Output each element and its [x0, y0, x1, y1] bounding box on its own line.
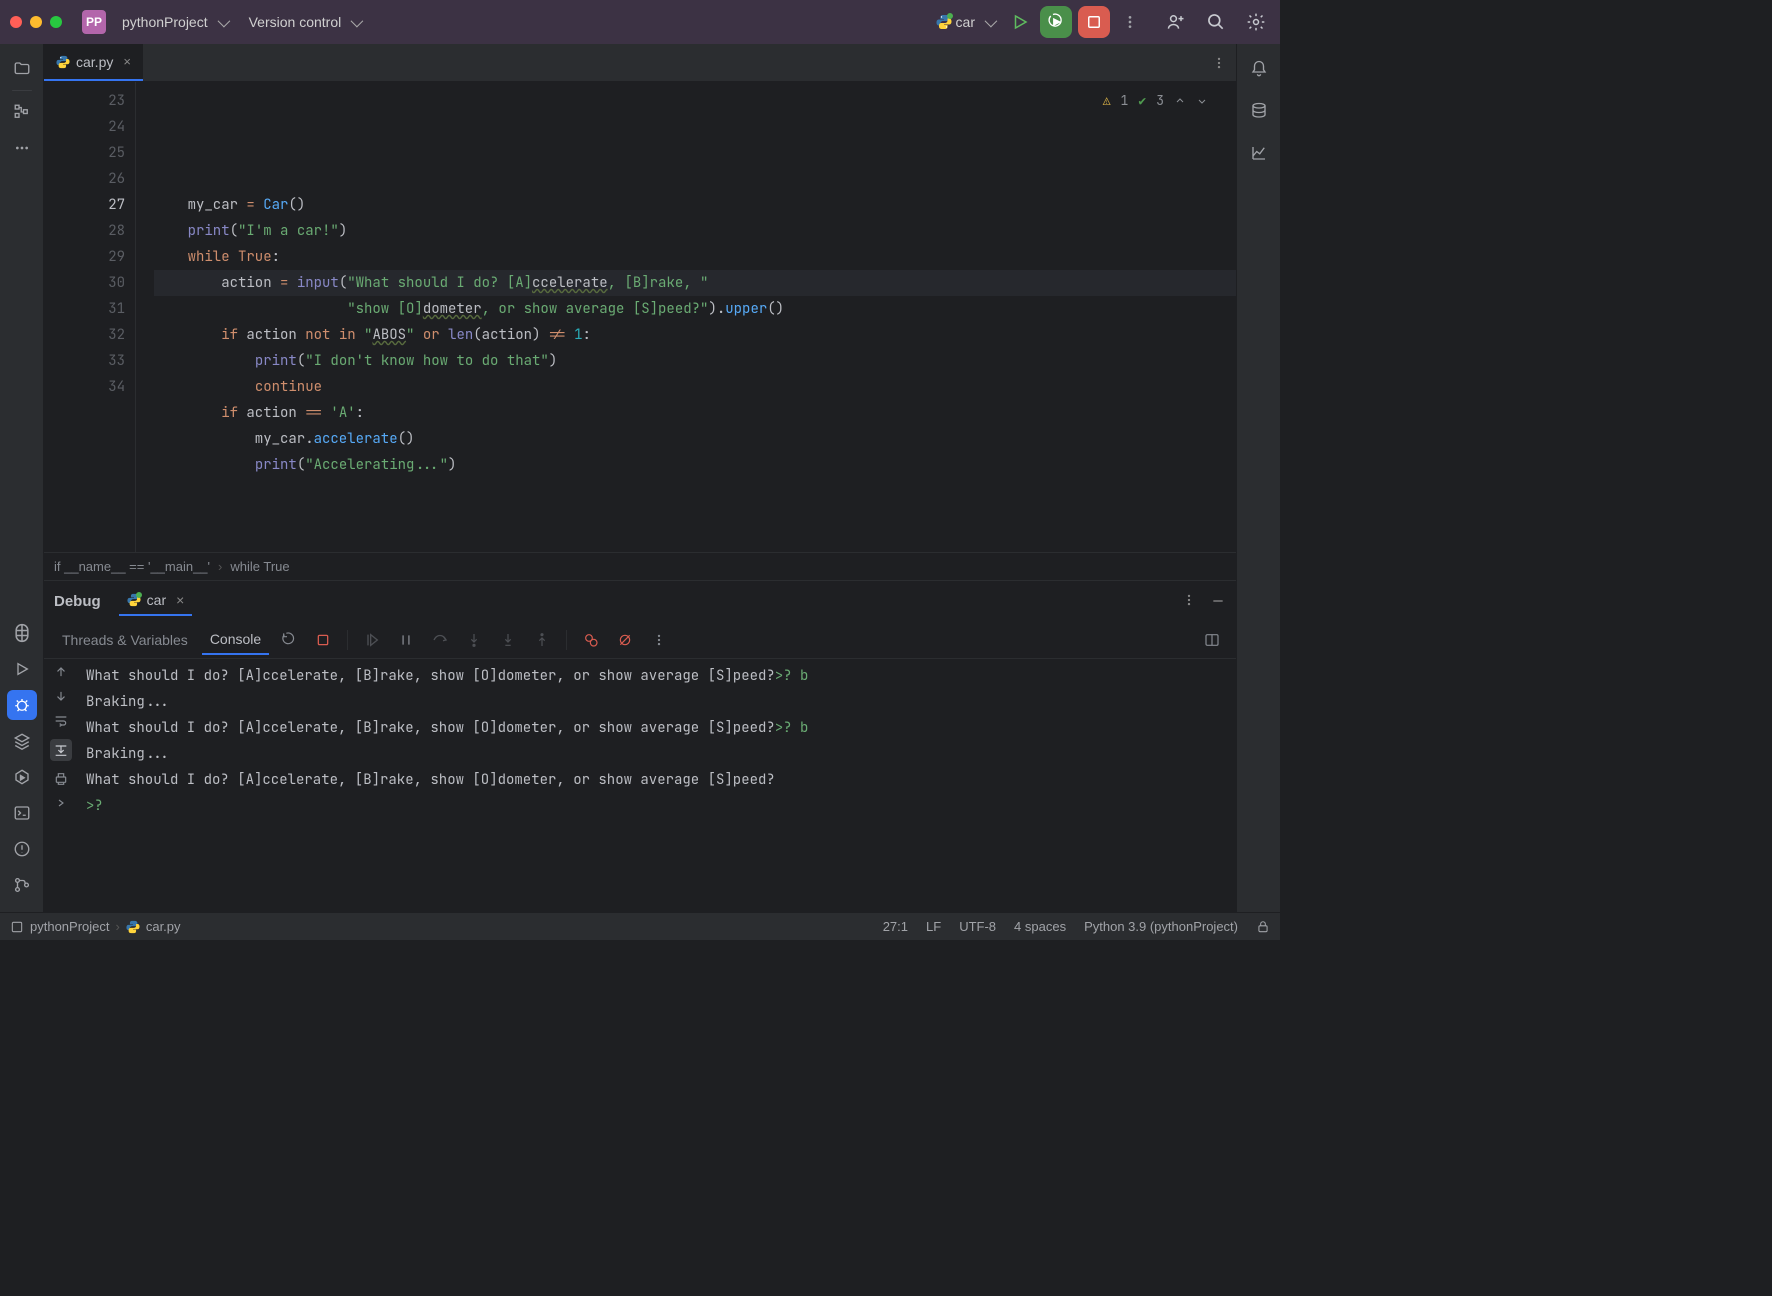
right-tool-strip	[1236, 44, 1280, 912]
status-encoding[interactable]: UTF-8	[959, 919, 996, 934]
check-icon: ✔	[1138, 88, 1146, 114]
more-tools-icon[interactable]	[7, 133, 37, 163]
problems-tool-button[interactable]	[7, 834, 37, 864]
run-config-name: car	[956, 14, 975, 30]
print-icon[interactable]	[53, 771, 69, 787]
step-over-icon[interactable]	[426, 626, 454, 654]
git-tool-button[interactable]	[7, 870, 37, 900]
resume-icon[interactable]	[358, 626, 386, 654]
status-caret-pos[interactable]: 27:1	[883, 919, 908, 934]
stop-button[interactable]	[1078, 6, 1110, 38]
close-tab-icon[interactable]: ×	[123, 54, 131, 69]
layers-tool-button[interactable]	[7, 726, 37, 756]
collapse-icon[interactable]	[55, 797, 67, 809]
soft-wrap-icon[interactable]	[53, 713, 69, 729]
console-tab[interactable]: Console	[202, 625, 269, 655]
breadcrumb: if __name__ == '__main__' › while True	[44, 552, 1236, 580]
terminal-tool-button[interactable]	[7, 798, 37, 828]
database-tool-button[interactable]	[1244, 96, 1274, 126]
debug-more-icon[interactable]	[645, 626, 673, 654]
status-interpreter[interactable]: Python 3.9 (pythonProject)	[1084, 919, 1238, 934]
run-config-dropdown[interactable]: car	[930, 10, 1000, 34]
notifications-icon[interactable]	[1244, 54, 1274, 84]
step-into-my-icon[interactable]	[494, 626, 522, 654]
minimize-panel-icon[interactable]	[1210, 593, 1226, 609]
status-indent[interactable]: 4 spaces	[1014, 919, 1066, 934]
check-count: 3	[1156, 88, 1164, 114]
step-into-icon[interactable]	[460, 626, 488, 654]
project-dropdown[interactable]: pythonProject	[116, 10, 233, 34]
python-packages-button[interactable]	[7, 618, 37, 648]
console-output[interactable]: What should I do? [A]ccelerate, [B]rake,…	[78, 659, 1236, 912]
window-controls	[10, 16, 62, 28]
editor-tab-car[interactable]: car.py ×	[44, 44, 143, 81]
layout-settings-icon[interactable]	[1198, 626, 1226, 654]
inspections-indicator[interactable]: ⚠ 1 ✔ 3	[1103, 88, 1208, 114]
settings-icon[interactable]	[1242, 8, 1270, 36]
python-file-icon	[126, 920, 140, 934]
editor-tabs-more-icon[interactable]	[1212, 56, 1226, 70]
close-session-icon[interactable]: ×	[176, 592, 184, 608]
status-eol[interactable]: LF	[926, 919, 941, 934]
vcs-label: Version control	[249, 14, 342, 30]
left-tool-strip	[0, 44, 44, 912]
run-button[interactable]	[1006, 8, 1034, 36]
more-run-actions-icon[interactable]	[1116, 8, 1144, 36]
fullscreen-window-icon[interactable]	[50, 16, 62, 28]
sciview-tool-button[interactable]	[1244, 138, 1274, 168]
scroll-up-icon[interactable]	[54, 665, 68, 679]
scroll-to-end-icon[interactable]	[50, 739, 72, 761]
divider	[12, 90, 32, 91]
project-badge-icon: PP	[82, 10, 106, 34]
mute-breakpoints-icon[interactable]	[611, 626, 639, 654]
lock-icon[interactable]	[1256, 920, 1270, 934]
search-icon[interactable]	[1202, 8, 1230, 36]
editor-tabs: car.py ×	[44, 44, 1236, 82]
debug-session-label: car	[147, 592, 166, 608]
step-out-icon[interactable]	[528, 626, 556, 654]
python-file-icon	[936, 14, 952, 30]
breakpoints-icon[interactable]	[577, 626, 605, 654]
project-name: pythonProject	[122, 14, 208, 30]
warning-count: 1	[1121, 88, 1129, 114]
python-file-icon	[127, 593, 141, 607]
status-bar: pythonProject › car.py 27:1 LF UTF-8 4 s…	[0, 912, 1280, 940]
code-area[interactable]: ⚠1 ✔3 my_car = Car() print("I'm a car!")…	[136, 82, 1236, 552]
next-problem-icon[interactable]	[1196, 95, 1208, 107]
chevron-right-icon: ›	[116, 919, 120, 934]
debug-tool-button[interactable]	[7, 690, 37, 720]
scroll-down-icon[interactable]	[54, 689, 68, 703]
debug-button[interactable]	[1040, 6, 1072, 38]
titlebar: PP pythonProject Version control car	[0, 0, 1280, 44]
stop-debug-icon[interactable]	[309, 626, 337, 654]
services-tool-button[interactable]	[7, 762, 37, 792]
editor[interactable]: 232425262728293031323334 ⚠1 ✔3 my_car = …	[44, 82, 1236, 552]
debug-panel-more-icon[interactable]	[1182, 593, 1196, 609]
status-module-icon[interactable]	[10, 920, 24, 934]
pause-icon[interactable]	[392, 626, 420, 654]
close-window-icon[interactable]	[10, 16, 22, 28]
warning-icon: ⚠	[1103, 88, 1111, 114]
threads-tab[interactable]: Threads & Variables	[54, 626, 196, 654]
minimize-window-icon[interactable]	[30, 16, 42, 28]
gutter: 232425262728293031323334	[44, 82, 136, 552]
editor-tab-label: car.py	[76, 54, 113, 70]
run-tool-button[interactable]	[7, 654, 37, 684]
code-with-me-icon[interactable]	[1162, 8, 1190, 36]
breadcrumb-scope-b[interactable]: while True	[230, 559, 289, 574]
debug-panel: Debug car × Threads & Variables Console	[44, 580, 1236, 912]
console-gutter	[44, 659, 78, 912]
python-file-icon	[56, 55, 70, 69]
debug-session-tab[interactable]: car ×	[119, 586, 193, 616]
debug-panel-title: Debug	[54, 593, 101, 610]
chevron-right-icon: ›	[218, 559, 222, 574]
rerun-icon[interactable]	[275, 626, 303, 654]
structure-tool-button[interactable]	[7, 97, 37, 127]
project-tool-button[interactable]	[7, 54, 37, 84]
status-file[interactable]: car.py	[146, 919, 181, 934]
prev-problem-icon[interactable]	[1174, 95, 1186, 107]
status-project[interactable]: pythonProject	[30, 919, 110, 934]
vcs-dropdown[interactable]: Version control	[243, 10, 367, 34]
breadcrumb-scope-a[interactable]: if __name__ == '__main__'	[54, 559, 210, 574]
